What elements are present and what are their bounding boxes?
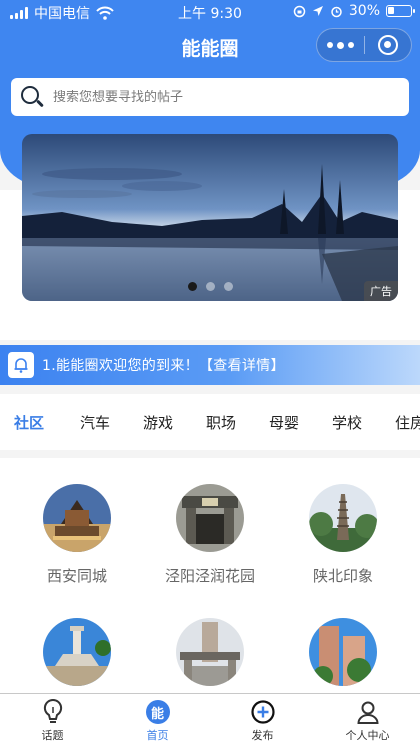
community-item[interactable]: 西安同城 (7, 484, 147, 586)
notice-text: 1.能能圈欢迎您的到来！【查看详情】 (42, 358, 285, 374)
carousel-indicators (22, 282, 398, 291)
carousel-dot[interactable] (187, 282, 197, 291)
tabbar-profile[interactable]: 个人中心 (315, 694, 420, 747)
tab-community[interactable]: 社区 (14, 412, 44, 433)
community-name: 陕北印象 (312, 567, 373, 585)
tab-mother-baby[interactable]: 母婴 (269, 412, 299, 433)
community-item[interactable]: 陕北印象 (273, 484, 413, 586)
rotation-lock-icon (293, 5, 306, 17)
community-grid: 西安同城 泾阳泾润花园 陕北印象 (0, 458, 420, 694)
community-item[interactable] (140, 618, 280, 694)
tabbar-label: 话题 (41, 729, 64, 742)
mini-program-capsule (316, 28, 412, 62)
search-input[interactable] (53, 89, 383, 105)
banner-image (22, 134, 398, 301)
carousel-dot[interactable] (223, 282, 233, 291)
lightbulb-icon (0, 694, 105, 724)
bottom-tab-bar: 话题 能 首页 发布 个人中心 (0, 693, 420, 747)
tabbar-topics[interactable]: 话题 (0, 694, 105, 747)
search-icon (19, 84, 45, 110)
community-item[interactable]: 泾阳泾润花园 (140, 484, 280, 586)
search-bar[interactable] (11, 78, 409, 116)
tab-games[interactable]: 游戏 (143, 412, 173, 433)
alarm-icon (331, 6, 342, 17)
category-tabs: 社区 汽车 游戏 职场 母婴 学校 住房 (0, 394, 420, 450)
notice-bar[interactable]: 1.能能圈欢迎您的到来！【查看详情】 (0, 345, 420, 385)
community-item[interactable] (273, 618, 413, 694)
banner-carousel[interactable]: 广告 (22, 134, 398, 301)
tab-housing[interactable]: 住房 (395, 412, 420, 433)
tab-workplace[interactable]: 职场 (206, 412, 236, 433)
tabbar-publish[interactable]: 发布 (210, 694, 315, 747)
plus-circle-icon (210, 694, 315, 724)
home-badge-icon: 能 (145, 700, 170, 724)
carousel-dot[interactable] (205, 282, 215, 291)
community-avatar (176, 618, 244, 686)
tabbar-label: 个人中心 (345, 729, 390, 742)
status-bar: 中国电信 上午 9:30 30% (0, 0, 420, 24)
more-menu-button[interactable] (317, 41, 364, 49)
target-icon (377, 35, 398, 55)
battery-percent: 30% (348, 3, 380, 19)
community-avatar (309, 618, 377, 686)
community-avatar (43, 618, 111, 686)
community-avatar (43, 484, 111, 552)
person-icon (315, 694, 420, 724)
tabbar-label: 发布 (251, 729, 274, 742)
community-name: 西安同城 (46, 567, 107, 585)
close-mini-program-button[interactable] (365, 35, 411, 55)
community-item[interactable] (7, 618, 147, 694)
location-icon (312, 6, 323, 16)
battery-icon (386, 5, 415, 17)
bell-icon (8, 352, 34, 378)
community-name: 泾阳泾润花园 (164, 567, 255, 585)
ad-label: 广告 (364, 281, 398, 301)
tabbar-label: 首页 (146, 729, 169, 742)
tab-school[interactable]: 学校 (332, 412, 362, 433)
tab-car[interactable]: 汽车 (80, 412, 110, 433)
community-avatar (309, 484, 377, 552)
tabbar-home[interactable]: 能 首页 (105, 694, 210, 747)
community-avatar (176, 484, 244, 552)
